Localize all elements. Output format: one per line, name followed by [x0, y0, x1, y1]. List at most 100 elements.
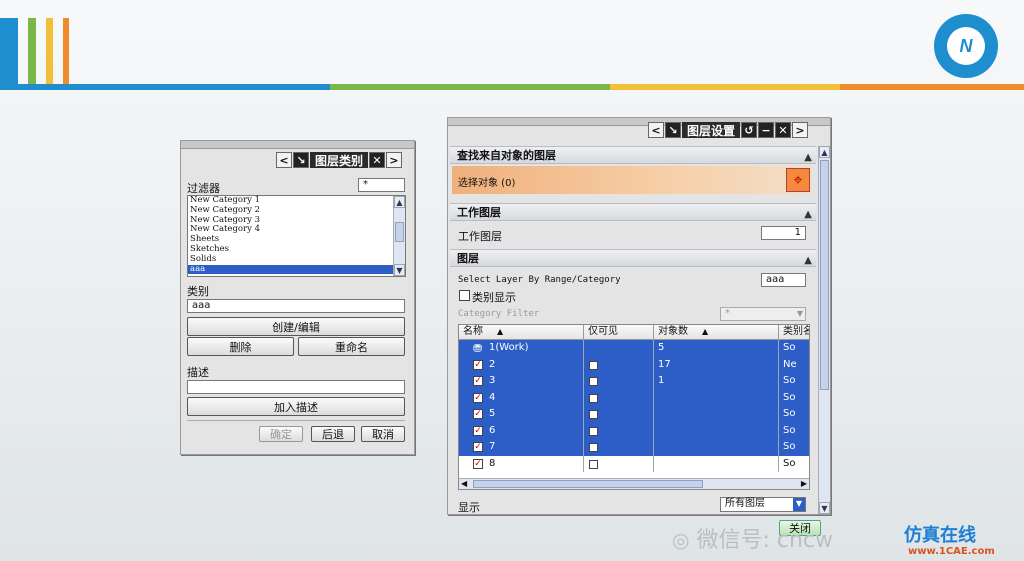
table-row[interactable]: ⛃ 1(Work) 5 So: [459, 340, 809, 357]
find-section-title: 查找来自对象的图层: [457, 149, 556, 162]
deco-bar-yellow: [46, 18, 53, 88]
description-label: 描述: [187, 366, 209, 379]
object-count-cell: [654, 422, 779, 439]
ok-button[interactable]: 确定: [259, 426, 303, 442]
select-layer-input[interactable]: aaa: [761, 273, 806, 287]
collapse-icon[interactable]: ▲: [804, 206, 812, 223]
category-list-item[interactable]: Sketches: [188, 244, 405, 255]
visible-only-cell: [584, 356, 654, 373]
layer-name-cell: ✓ 4: [459, 389, 584, 406]
visible-only-checkbox[interactable]: [589, 459, 598, 469]
layers-section-header[interactable]: 图层 ▲: [450, 249, 816, 267]
layer-selectable-checkbox[interactable]: ✓: [473, 409, 483, 419]
category-input[interactable]: aaa: [187, 299, 405, 313]
col-header-category[interactable]: 类别名: [779, 325, 809, 340]
category-name-cell: Ne: [783, 358, 797, 370]
object-count-cell: 1: [654, 373, 779, 390]
site-name-watermark: 仿真在线: [904, 525, 976, 546]
category-display-checkbox[interactable]: [459, 290, 470, 301]
layer-name-cell: ✓ 3: [459, 373, 584, 390]
rename-button[interactable]: 重命名: [298, 337, 405, 356]
delete-button[interactable]: 删除: [187, 337, 294, 356]
filter-input[interactable]: *: [358, 178, 405, 192]
col-header-visible[interactable]: 仅可见: [584, 325, 654, 340]
category-list-item[interactable]: Solids: [188, 254, 405, 265]
site-url-watermark: www.1CAE.com: [908, 546, 995, 557]
category-list-item[interactable]: aaa: [188, 264, 405, 275]
layer-selectable-checkbox[interactable]: ✓: [473, 442, 483, 452]
object-count-cell: 17: [654, 356, 779, 373]
visible-only-checkbox[interactable]: [589, 443, 598, 452]
minimize-icon[interactable]: −: [758, 122, 775, 138]
scroll-right-icon[interactable]: ▶: [801, 479, 807, 488]
layer-name-cell: ✓ 5: [459, 406, 584, 423]
back-arrow-icon[interactable]: <: [276, 152, 292, 168]
layer-selectable-checkbox[interactable]: ✓: [473, 425, 483, 436]
col-header-count[interactable]: 对象数 ▲: [654, 325, 779, 340]
work-layer-input[interactable]: 1: [761, 226, 806, 240]
visible-only-cell: [584, 340, 654, 357]
header-ribbon: [0, 84, 1024, 90]
close-icon[interactable]: ✕: [775, 122, 792, 138]
layer-name-cell: ✓ 7: [459, 439, 584, 456]
object-count-cell: [654, 455, 779, 472]
layer-selectable-checkbox[interactable]: ✓: [473, 359, 483, 370]
back-arrow-icon[interactable]: <: [648, 122, 664, 138]
pin-icon[interactable]: ↘: [293, 152, 309, 168]
layer-name: 4: [489, 391, 496, 403]
display-select[interactable]: 所有图层 ▼: [720, 497, 806, 512]
scroll-left-icon[interactable]: ◀: [461, 479, 467, 488]
forward-arrow-icon[interactable]: >: [386, 152, 403, 168]
pin-icon[interactable]: ↘: [665, 122, 681, 138]
sort-up-icon: ▲: [702, 327, 709, 336]
back-button[interactable]: 后退: [311, 426, 355, 442]
deco-bar-green: [28, 18, 36, 88]
find-section-header[interactable]: 查找来自对象的图层 ▲: [450, 146, 816, 164]
table-row[interactable]: ✓ 2 17 Ne: [459, 356, 809, 373]
dialog-vertical-scrollbar[interactable]: ▲ ▼: [818, 146, 830, 514]
table-row[interactable]: ✓ 6 So: [459, 422, 809, 439]
object-count-cell: [654, 389, 779, 406]
layer-category-dialog: < ↘ 图层类别 ✕ > 过滤器 * New Category 1 New Cat…: [180, 140, 415, 455]
collapse-icon[interactable]: ▲: [804, 252, 812, 269]
table-row[interactable]: ✓ 8 So: [459, 455, 809, 472]
visible-only-checkbox[interactable]: [589, 360, 598, 370]
layer-name-cell: ✓ 2: [459, 356, 584, 373]
work-layer-section-header[interactable]: 工作图层 ▲: [450, 203, 816, 221]
forward-arrow-icon[interactable]: >: [792, 122, 809, 138]
layer-name: 8: [489, 457, 496, 469]
visible-only-checkbox[interactable]: [589, 393, 598, 403]
add-description-button[interactable]: 加入描述: [187, 397, 405, 416]
category-list-item[interactable]: New Category 4: [188, 225, 405, 235]
table-row[interactable]: ✓ 5 So: [459, 406, 809, 423]
cancel-button[interactable]: 取消: [361, 426, 405, 442]
layer-name: 2: [489, 358, 496, 370]
layer-name-cell: ✓ 6: [459, 422, 584, 439]
table-row[interactable]: ✓ 4 So: [459, 389, 809, 406]
layer-name-cell: ✓ 8: [459, 455, 584, 472]
table-row[interactable]: ✓ 3 1 So: [459, 373, 809, 390]
display-label: 显示: [458, 501, 480, 514]
category-filter-select[interactable]: * ▼: [720, 307, 806, 321]
category-name-cell: So: [783, 457, 796, 469]
reset-icon[interactable]: ↺: [741, 122, 758, 138]
layer-name: 7: [489, 441, 496, 452]
visible-only-checkbox[interactable]: [589, 377, 598, 386]
visible-only-checkbox[interactable]: [589, 426, 598, 436]
collapse-icon[interactable]: ▲: [804, 149, 812, 166]
crosshair-icon[interactable]: ⌖: [786, 168, 810, 192]
description-input[interactable]: [187, 380, 405, 394]
work-layer-icon[interactable]: ⛃: [473, 341, 482, 357]
category-list[interactable]: New Category 1 New Category 2 New Category…: [187, 195, 406, 277]
close-icon[interactable]: ✕: [369, 152, 386, 168]
layer-selectable-checkbox[interactable]: ✓: [473, 392, 483, 403]
col-header-name[interactable]: 名称 ▲: [459, 325, 584, 340]
visible-only-checkbox[interactable]: [589, 410, 598, 419]
select-object-row[interactable]: 选择对象 (0) ⌖: [452, 166, 812, 194]
horizontal-scrollbar[interactable]: ◀ ▶: [459, 478, 809, 489]
category-label: 类别: [187, 285, 209, 298]
create-edit-button[interactable]: 创建/编辑: [187, 317, 405, 336]
layer-selectable-checkbox[interactable]: ✓: [473, 376, 483, 386]
layer-selectable-checkbox[interactable]: ✓: [473, 458, 483, 469]
table-row[interactable]: ✓ 7 So: [459, 439, 809, 456]
